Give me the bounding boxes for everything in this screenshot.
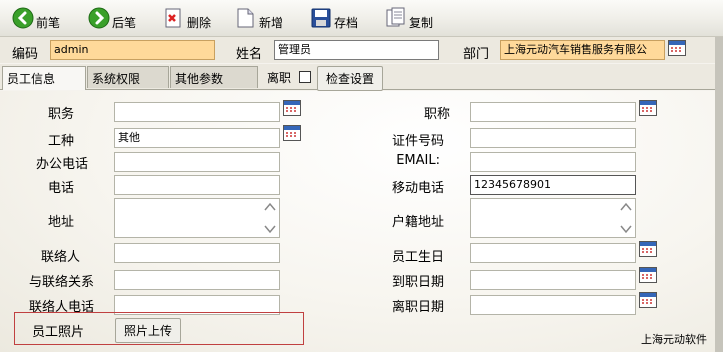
birthday-input[interactable] (470, 243, 636, 263)
check-settings-button[interactable]: 检查设置 (317, 66, 384, 91)
email-label: EMAIL: (396, 153, 440, 168)
toolbar: 前笔 后笔 删除 新增 存档 复制 (0, 0, 723, 37)
vendor-text: 上海元动软件 (641, 333, 707, 346)
tab-system-permissions[interactable]: 系统权限 (87, 66, 169, 88)
new-doc-icon (237, 8, 254, 28)
household-address-label: 户籍地址 (391, 215, 444, 230)
resigned-checkbox[interactable] (299, 71, 311, 83)
tab-employee-info[interactable]: 员工信息 (2, 66, 86, 90)
delete-label: 删除 (187, 15, 212, 30)
address-textarea[interactable] (114, 198, 280, 238)
title-rank-lookup-icon[interactable] (639, 100, 657, 116)
birthday-calendar-icon[interactable] (639, 241, 657, 257)
resigned-label: 离职 (267, 71, 292, 85)
contact-input[interactable] (114, 243, 280, 263)
textarea-scroll-arrows-icon[interactable] (618, 200, 634, 236)
address-label: 地址 (47, 215, 74, 230)
id-number-input[interactable] (470, 128, 636, 148)
textarea-scroll-arrows-icon[interactable] (262, 200, 278, 236)
mobile-label: 移动电话 (391, 181, 444, 196)
copy-label: 复制 (409, 15, 434, 30)
hire-date-label: 到职日期 (391, 275, 444, 290)
contact-relation-label: 与联络关系 (28, 275, 94, 290)
email-input[interactable] (470, 152, 636, 172)
mobile-input[interactable]: 12345678901 (470, 175, 636, 195)
code-field[interactable]: admin (50, 40, 215, 60)
leave-date-input[interactable] (470, 295, 636, 315)
delete-doc-icon (165, 8, 181, 28)
phone-input[interactable] (114, 175, 280, 195)
dept-label: 部门 (463, 47, 490, 62)
prev-label: 前笔 (36, 15, 61, 30)
delete-button[interactable]: 删除 (163, 3, 211, 33)
code-label: 编码 (12, 47, 39, 62)
copy-doc-icon (386, 7, 405, 27)
next-label: 后笔 (112, 15, 137, 30)
work-type-lookup-icon[interactable] (283, 125, 301, 141)
job-title-lookup-icon[interactable] (283, 100, 301, 116)
employee-form: 职务 工种 办公电话 电话 地址 联络人 与联络关系 联络人电话 其他 职称 证… (0, 91, 715, 352)
work-type-input[interactable]: 其他 (114, 128, 280, 148)
dept-lookup-icon[interactable] (668, 40, 686, 56)
save-label: 存档 (334, 15, 359, 30)
title-rank-label: 职称 (423, 107, 450, 122)
office-phone-label: 办公电话 (35, 157, 88, 172)
arrow-left-icon (12, 7, 34, 29)
job-title-input[interactable] (114, 102, 280, 122)
birthday-label: 员工生日 (391, 250, 444, 265)
photo-section: 员工照片 照片上传 (14, 312, 304, 345)
arrow-right-icon (88, 7, 110, 29)
hire-date-calendar-icon[interactable] (639, 267, 657, 283)
contact-label: 联络人 (40, 250, 80, 265)
hire-date-input[interactable] (470, 270, 636, 290)
header-fields: 编码 admin 姓名 管理员 部门 上海元动汽车销售服务有限公 (0, 37, 723, 63)
photo-label: 员工照片 (32, 325, 85, 340)
leave-date-label: 离职日期 (391, 300, 444, 315)
leave-date-calendar-icon[interactable] (639, 292, 657, 308)
tab-bar: 员工信息 系统权限 其他参数 离职 检查设置 (0, 64, 723, 91)
id-number-label: 证件号码 (391, 134, 444, 149)
dept-field[interactable]: 上海元动汽车销售服务有限公 (500, 40, 665, 60)
add-button[interactable]: 新增 (235, 3, 283, 33)
add-label: 新增 (259, 15, 284, 30)
prev-button[interactable]: 前笔 (12, 3, 60, 33)
office-phone-input[interactable] (114, 152, 280, 172)
next-button[interactable]: 后笔 (88, 3, 136, 33)
floppy-disk-icon (311, 8, 331, 28)
copy-button[interactable]: 复制 (385, 3, 433, 33)
title-rank-input[interactable] (470, 102, 636, 122)
right-edge-scrollbar[interactable] (715, 37, 723, 352)
tab-other-params[interactable]: 其他参数 (170, 66, 258, 88)
job-title-label: 职务 (47, 107, 74, 122)
name-label: 姓名 (236, 47, 263, 62)
name-field[interactable]: 管理员 (274, 40, 439, 60)
household-address-textarea[interactable] (470, 198, 636, 238)
photo-upload-button[interactable]: 照片上传 (115, 318, 182, 343)
phone-label: 电话 (47, 181, 74, 196)
work-type-label: 工种 (47, 134, 74, 149)
contact-relation-input[interactable] (114, 270, 280, 290)
save-button[interactable]: 存档 (310, 3, 358, 33)
